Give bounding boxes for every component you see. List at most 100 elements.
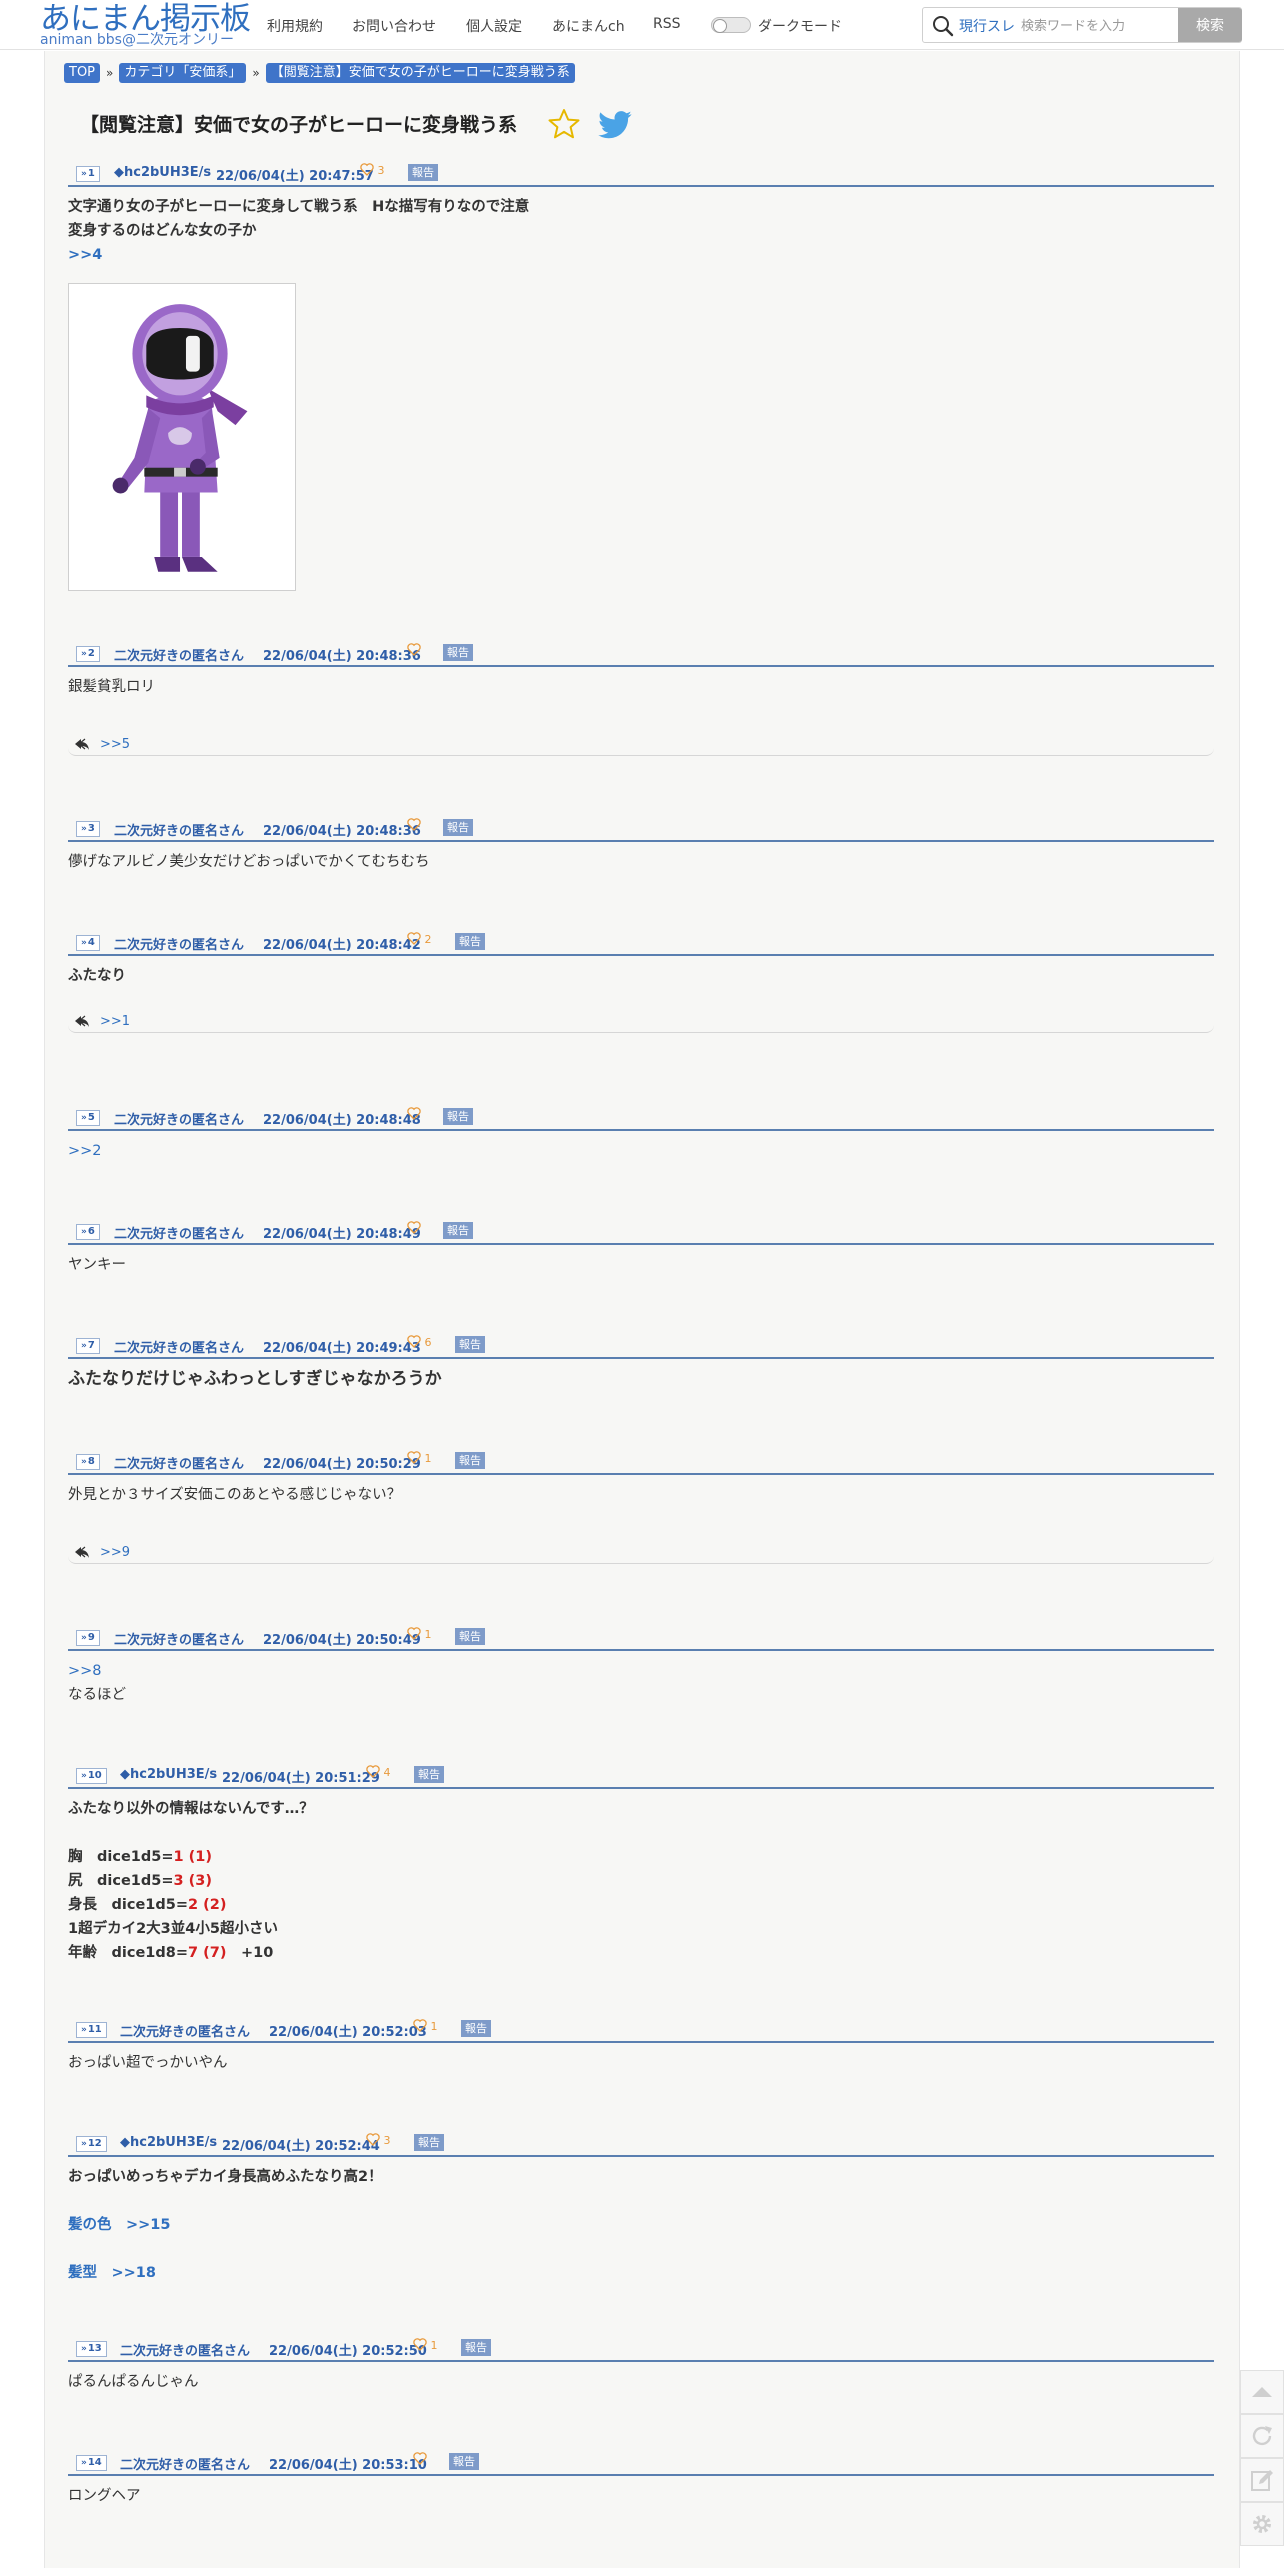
post-image-ninja[interactable] <box>68 283 296 591</box>
poster-name[interactable]: 二次元好きの匿名さん <box>120 2021 250 2040</box>
write-button[interactable] <box>1240 2458 1284 2502</box>
post-number-badge[interactable]: »8 <box>76 1454 100 1470</box>
like-button[interactable] <box>407 818 421 832</box>
write-icon <box>1251 2470 1273 2491</box>
post-date: 22/06/04(土) 20:52:03 <box>269 2025 427 2040</box>
site-logo[interactable]: あにまん掲示板 animan bbs@二次元オンリー <box>40 0 251 47</box>
post-number-badge[interactable]: »5 <box>76 1110 100 1126</box>
post-number-badge[interactable]: »12 <box>76 2136 107 2152</box>
post-body: 外見とか３サイズ安価このあとやる感じじゃない？ <box>68 1475 1214 1507</box>
like-button[interactable] <box>407 1107 421 1121</box>
post: »3 二次元好きの匿名さん 22/06/04(土) 20:48:36 報告儚げなアル… <box>68 818 1214 874</box>
report-button[interactable]: 報告 <box>455 933 485 950</box>
poster-name[interactable]: 二次元好きの匿名さん <box>114 1629 244 1648</box>
dice-total: (2) <box>203 1897 227 1913</box>
poster-name[interactable]: 二次元好きの匿名さん <box>114 1337 244 1356</box>
nav-settings[interactable]: 個人設定 <box>466 16 522 36</box>
like-button[interactable]: 1 <box>407 1627 432 1641</box>
reply-link[interactable]: >>5 <box>100 737 130 752</box>
post-number: 13 <box>87 2343 102 2354</box>
report-button[interactable]: 報告 <box>414 1766 444 1783</box>
report-button[interactable]: 報告 <box>461 2020 491 2037</box>
post-number-badge[interactable]: »1 <box>76 166 100 182</box>
post-line: ふたなりだけじゃふわっとしすぎじゃなかろうか <box>68 1369 442 1389</box>
poster-name[interactable]: 二次元好きの匿名さん <box>114 934 244 953</box>
anchor-link[interactable]: 髪の色 >>15 <box>68 2217 170 2233</box>
search-scope[interactable]: 現行スレ <box>959 16 1015 36</box>
poster-name[interactable]: 二次元好きの匿名さん <box>114 1223 244 1242</box>
post-number-badge[interactable]: »2 <box>76 646 100 662</box>
like-button[interactable]: 1 <box>413 2019 438 2033</box>
anchor-link[interactable]: >>2 <box>68 1143 102 1159</box>
post-number-badge[interactable]: »13 <box>76 2341 107 2357</box>
poster-name[interactable]: ◆hc2bUH3E/s <box>114 165 211 180</box>
post-number-badge[interactable]: »9 <box>76 1630 100 1646</box>
post-number-badge[interactable]: »11 <box>76 2022 107 2038</box>
report-button[interactable]: 報告 <box>443 819 473 836</box>
reply-link[interactable]: >>9 <box>100 1545 130 1560</box>
like-button[interactable]: 4 <box>366 1765 391 1779</box>
settings-button[interactable] <box>1240 2502 1284 2546</box>
post-date: 22/06/04(土) 20:48:36 <box>263 824 421 839</box>
site-header: あにまん掲示板 animan bbs@二次元オンリー 利用規約 お問い合わせ 個… <box>0 0 1284 50</box>
post-number-badge[interactable]: »7 <box>76 1338 100 1354</box>
post-line: ぱるんぱるんじゃん <box>68 2374 199 2390</box>
post-number-badge[interactable]: »14 <box>76 2455 107 2471</box>
twitter-share-icon[interactable] <box>598 110 632 140</box>
report-button[interactable]: 報告 <box>414 2134 444 2151</box>
breadcrumb-top[interactable]: TOP <box>64 62 101 83</box>
post-number-badge[interactable]: »3 <box>76 821 100 837</box>
chevron-icon: » <box>81 938 87 948</box>
nav-animanch[interactable]: あにまんch <box>552 16 625 36</box>
like-button[interactable]: 2 <box>407 932 432 946</box>
poster-name[interactable]: 二次元好きの匿名さん <box>114 1453 244 1472</box>
breadcrumb-category[interactable]: カテゴリ「安価系」 <box>119 62 247 83</box>
poster-name[interactable]: ◆hc2bUH3E/s <box>120 1767 217 1782</box>
report-button[interactable]: 報告 <box>443 1108 473 1125</box>
like-button[interactable]: 6 <box>407 1335 432 1349</box>
like-button[interactable] <box>407 643 421 657</box>
post-date: 22/06/04(土) 20:50:49 <box>263 1633 421 1648</box>
favorite-star-icon[interactable] <box>548 108 580 140</box>
post-number-badge[interactable]: »4 <box>76 935 100 951</box>
like-button[interactable]: 1 <box>407 1451 432 1465</box>
report-button[interactable]: 報告 <box>455 1336 485 1353</box>
report-button[interactable]: 報告 <box>443 644 473 661</box>
report-button[interactable]: 報告 <box>455 1628 485 1645</box>
report-button[interactable]: 報告 <box>461 2339 491 2356</box>
report-button[interactable]: 報告 <box>408 164 438 181</box>
reload-button[interactable] <box>1240 2414 1284 2458</box>
post-line: 外見とか３サイズ安価このあとやる感じじゃない？ <box>68 1487 402 1503</box>
like-button[interactable]: 1 <box>413 2338 438 2352</box>
like-heart-icon <box>407 932 421 945</box>
poster-name[interactable]: 二次元好きの匿名さん <box>114 820 244 839</box>
poster-name[interactable]: 二次元好きの匿名さん <box>120 2340 250 2359</box>
post-body: おっぱい超でっかいやん <box>68 2043 1214 2075</box>
like-button[interactable] <box>407 1221 421 1235</box>
nav-terms[interactable]: 利用規約 <box>267 16 323 36</box>
report-button[interactable]: 報告 <box>455 1452 485 1469</box>
scroll-top-button[interactable] <box>1240 2370 1284 2414</box>
post-number-badge[interactable]: »10 <box>76 1768 107 1784</box>
poster-name[interactable]: 二次元好きの匿名さん <box>114 645 244 664</box>
nav-contact[interactable]: お問い合わせ <box>352 16 436 36</box>
poster-name[interactable]: 二次元好きの匿名さん <box>120 2454 250 2473</box>
like-button[interactable]: 3 <box>360 163 385 177</box>
poster-name[interactable]: 二次元好きの匿名さん <box>114 1109 244 1128</box>
search-input[interactable] <box>1019 11 1193 41</box>
anchor-link[interactable]: 髪型 >>18 <box>68 2265 156 2281</box>
anchor-link[interactable]: >>4 <box>68 247 102 263</box>
post-body: 儚げなアルビノ美少女だけどおっぱいでかくてむちむち <box>68 842 1214 874</box>
search-button[interactable]: 検索 <box>1178 8 1242 42</box>
like-button[interactable] <box>413 2452 427 2466</box>
poster-name[interactable]: ◆hc2bUH3E/s <box>120 2135 217 2150</box>
anchor-link[interactable]: >>8 <box>68 1663 102 1679</box>
nav-rss[interactable]: RSS <box>653 16 681 32</box>
breadcrumb-thread[interactable]: 【閲覧注意】安価で女の子がヒーローに変身戦う系 <box>265 62 575 83</box>
report-button[interactable]: 報告 <box>449 2453 479 2470</box>
dark-mode-toggle[interactable] <box>711 17 751 33</box>
report-button[interactable]: 報告 <box>443 1222 473 1239</box>
reply-link[interactable]: >>1 <box>100 1014 130 1029</box>
post-number-badge[interactable]: »6 <box>76 1224 100 1240</box>
like-button[interactable]: 3 <box>366 2133 391 2147</box>
